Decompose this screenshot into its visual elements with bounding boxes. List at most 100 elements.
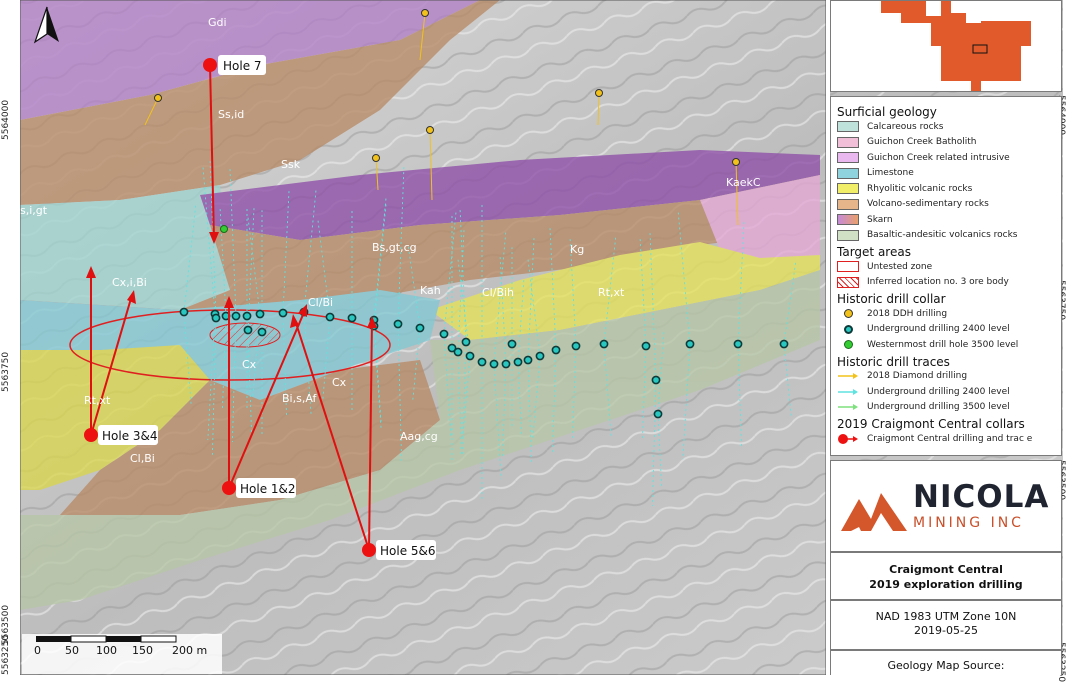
underground-collar[interactable] bbox=[465, 351, 475, 361]
legend-label: Westernmost drill hole 3500 level bbox=[867, 339, 1019, 350]
hole-5-6-collar[interactable] bbox=[362, 543, 376, 557]
underground-collar[interactable] bbox=[439, 329, 449, 339]
underground-collar[interactable] bbox=[513, 357, 523, 367]
underground-collar[interactable] bbox=[179, 307, 189, 317]
underground-collar[interactable] bbox=[779, 339, 789, 349]
underground-collar[interactable] bbox=[243, 325, 253, 335]
legend-item: Underground drilling 2400 level bbox=[837, 322, 1055, 338]
scale-label: 0 bbox=[34, 644, 41, 657]
unit-label: Kg bbox=[570, 243, 584, 256]
underground-collar[interactable] bbox=[535, 351, 545, 361]
legend-item: Guichon Creek Batholith bbox=[837, 135, 1055, 151]
hole-7-collar[interactable] bbox=[203, 58, 217, 72]
underground-collar[interactable] bbox=[651, 375, 661, 385]
legend-label: Basaltic-andesitic volcanics rocks bbox=[867, 230, 1018, 241]
legend-item: Limestone bbox=[837, 166, 1055, 182]
legend-label: 2018 Diamond drilling bbox=[867, 371, 968, 382]
hole-1-2-callout[interactable]: Hole 1&2 bbox=[236, 478, 296, 498]
location-inset-map bbox=[830, 0, 1062, 92]
underground-collar[interactable] bbox=[257, 327, 267, 337]
swatch-volcano-sedimentary bbox=[837, 198, 859, 210]
unit-label: Aag,cg bbox=[400, 430, 438, 443]
unit-label: Rt,xt bbox=[84, 394, 111, 407]
unit-label: Kah bbox=[420, 284, 441, 297]
swatch-untested-zone bbox=[837, 261, 859, 273]
legend-label: Guichon Creek related intrusive bbox=[867, 152, 1010, 163]
underground-collar[interactable] bbox=[211, 313, 221, 323]
legend-heading-traces: Historic drill traces bbox=[837, 354, 950, 369]
underground-collar[interactable] bbox=[571, 341, 581, 351]
unit-label: Cx,i,Bi bbox=[112, 276, 147, 289]
hole-label: Hole 1&2 bbox=[240, 482, 296, 496]
map-title-block: Craigmont Central 2019 exploration drill… bbox=[830, 552, 1062, 600]
swatch-ore-body-hatch bbox=[837, 276, 859, 288]
legend-item: Volcano-sedimentary rocks bbox=[837, 197, 1055, 213]
westernmost-3500-collar[interactable] bbox=[220, 225, 228, 233]
underground-collar[interactable] bbox=[477, 357, 487, 367]
legend-label: 2018 DDH drilling bbox=[867, 308, 948, 319]
underground-collar[interactable] bbox=[393, 319, 403, 329]
underground-collar[interactable] bbox=[231, 311, 241, 321]
swatch-guichon-intrusive bbox=[837, 152, 859, 164]
craigmont-collar-icon bbox=[837, 433, 859, 445]
claim-block-shape bbox=[876, 1, 1031, 91]
legend-item: Calcareous rocks bbox=[837, 119, 1055, 135]
legend-label: Rhyolitic volcanic rocks bbox=[867, 183, 973, 194]
underground-collar[interactable] bbox=[501, 359, 511, 369]
underground-collar[interactable] bbox=[523, 355, 533, 365]
legend-item: 2018 Diamond drilling bbox=[837, 369, 1055, 385]
underground-collar[interactable] bbox=[255, 309, 265, 319]
ore-body-3-inferred[interactable] bbox=[209, 322, 281, 348]
unit-label: Cx bbox=[242, 358, 257, 371]
westernmost-collar-icon bbox=[837, 339, 859, 351]
projection-block: NAD 1983 UTM Zone 10N 2019-05-25 bbox=[830, 600, 1062, 650]
legend-label: Volcano-sedimentary rocks bbox=[867, 199, 989, 210]
company-logo: NICOLA MINING INC bbox=[830, 460, 1062, 552]
underground-collar[interactable] bbox=[599, 339, 609, 349]
hole-5-6-callout[interactable]: Hole 5&6 bbox=[376, 540, 436, 560]
underground-collar[interactable] bbox=[507, 339, 517, 349]
unit-label: KaekC bbox=[726, 176, 761, 189]
underground-3500-trace-icon bbox=[837, 401, 859, 413]
legend-label: Limestone bbox=[867, 168, 914, 179]
swatch-rhyolitic bbox=[837, 183, 859, 195]
hole-1-2-collar[interactable] bbox=[222, 481, 236, 495]
underground-collar[interactable] bbox=[489, 359, 499, 369]
hole-label: Hole 3&4 bbox=[102, 429, 158, 443]
source-block: Geology Map Source: bbox=[830, 650, 1062, 675]
underground-collar[interactable] bbox=[325, 312, 335, 322]
legend-heading-targets: Target areas bbox=[837, 245, 911, 259]
swatch-basaltic bbox=[837, 229, 859, 241]
underground-collar[interactable] bbox=[685, 339, 695, 349]
underground-collar[interactable] bbox=[641, 341, 651, 351]
underground-collar[interactable] bbox=[733, 339, 743, 349]
scale-label: 150 bbox=[132, 644, 153, 657]
unit-label: s,i,gt bbox=[20, 204, 48, 217]
hole-3-4-collar[interactable] bbox=[84, 428, 98, 442]
underground-collar[interactable] bbox=[653, 409, 663, 419]
legend-label: Skarn bbox=[867, 214, 893, 225]
underground-collar[interactable] bbox=[415, 323, 425, 333]
logo-wordmark: NICOLA bbox=[913, 479, 1050, 515]
underground-collar[interactable] bbox=[551, 345, 561, 355]
legend-heading-surficial: Surficial geology bbox=[837, 105, 937, 119]
underground-collar[interactable] bbox=[461, 337, 471, 347]
hole-3-4-callout[interactable]: Hole 3&4 bbox=[98, 425, 158, 445]
north-arrow-icon bbox=[33, 6, 59, 44]
legend-item: 2018 DDH drilling bbox=[837, 306, 1055, 322]
legend-label: Underground drilling 2400 level bbox=[867, 386, 1010, 397]
hole-7-callout[interactable]: Hole 7 bbox=[218, 55, 266, 75]
swatch-guichon-batholith bbox=[837, 136, 859, 148]
underground-collar[interactable] bbox=[242, 311, 252, 321]
unit-calcareous-west bbox=[20, 185, 230, 310]
legend-item: Underground drilling 3500 level bbox=[837, 400, 1055, 416]
logo-subtitle: MINING INC bbox=[913, 515, 1024, 531]
unit-label: Cx bbox=[332, 376, 347, 389]
underground-collar[interactable] bbox=[453, 347, 463, 357]
underground-collar[interactable] bbox=[347, 313, 357, 323]
underground-collar[interactable] bbox=[278, 308, 288, 318]
map-date: 2019-05-25 bbox=[914, 624, 978, 637]
scale-label: 200 m bbox=[172, 644, 208, 657]
map-title-line2: 2019 exploration drilling bbox=[869, 578, 1023, 591]
ddh-collar-icon bbox=[837, 308, 859, 320]
